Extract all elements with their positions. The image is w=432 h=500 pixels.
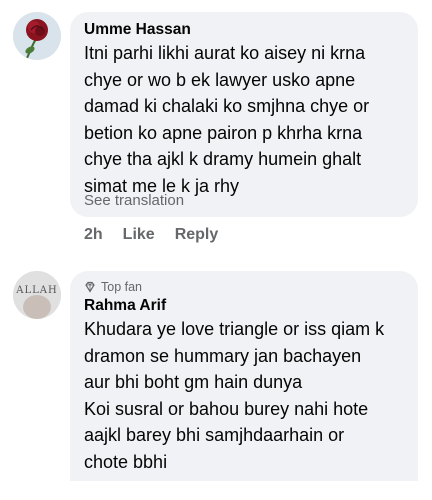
avatar-lettering: ALLAH xyxy=(15,285,57,296)
comment-author[interactable]: Umme Hassan xyxy=(84,21,191,39)
top-fan-label: Top fan xyxy=(101,280,143,294)
see-translation-link[interactable]: See translation xyxy=(84,192,184,209)
commenter-avatar[interactable] xyxy=(13,12,61,60)
diamond-badge-icon xyxy=(85,281,95,293)
reply-button[interactable]: Reply xyxy=(175,226,219,244)
rose-avatar-icon xyxy=(13,12,61,60)
comment-author[interactable]: Rahma Arif xyxy=(84,297,166,315)
like-button[interactable]: Like xyxy=(123,226,155,244)
commenter-avatar[interactable]: ALLAH xyxy=(13,271,61,319)
comment-actions: 2h Like Reply xyxy=(84,226,218,244)
comment-text: Itni parhi likhi aurat ko aisey ni krna … xyxy=(84,43,370,196)
comment-text: Khudara ye love triangle or iss qiam k d… xyxy=(84,319,385,472)
comment-timestamp[interactable]: 2h xyxy=(84,226,103,244)
comment-bubble: Umme Hassan Itni parhi likhi aurat ko ai… xyxy=(70,12,418,217)
top-fan-badge: Top fan xyxy=(84,280,142,294)
comment-bubble: Top fan Rahma Arif Khudara ye love trian… xyxy=(70,271,418,481)
hands-avatar-icon: ALLAH xyxy=(13,271,61,319)
